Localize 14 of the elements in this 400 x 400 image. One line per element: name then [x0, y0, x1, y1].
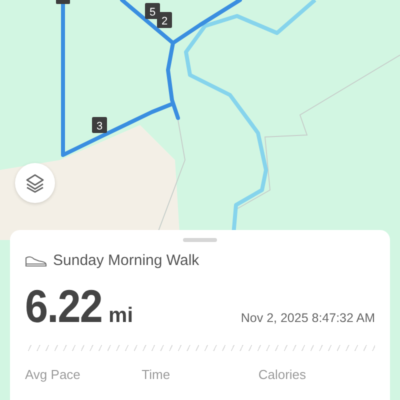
map-pin[interactable]: 5	[145, 3, 160, 19]
shoe-icon	[25, 254, 47, 266]
layers-icon	[24, 172, 46, 194]
distance-value: 6.22	[25, 279, 102, 333]
stat-label: Time	[142, 367, 172, 382]
distance-unit: mi	[108, 304, 134, 328]
activity-title: Sunday Morning Walk	[53, 252, 200, 269]
stat-label: Calories	[258, 367, 308, 382]
map-pin-icon[interactable]	[56, 0, 70, 4]
stat-label: Avg Pace	[25, 367, 82, 382]
drag-handle[interactable]	[183, 238, 217, 242]
map-pin[interactable]: 2	[157, 12, 172, 28]
activity-date: Nov 2, 2025 8:47:32 AM	[240, 311, 375, 325]
map-pin[interactable]: 3	[92, 117, 107, 133]
